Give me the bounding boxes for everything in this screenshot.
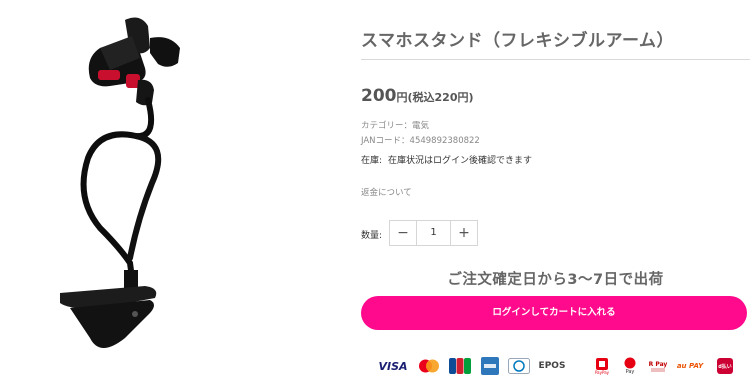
quantity-input[interactable]: 1 (416, 221, 451, 245)
diners-club-icon (508, 354, 530, 378)
price-tax-included: (税込220円) (407, 91, 474, 104)
product-image (60, 17, 180, 348)
product-category: カテゴリー：電気 (361, 121, 430, 131)
quantity-label: 数量: (361, 231, 383, 241)
product-title: スマホスタンド（フレキシブルアーム） (361, 31, 674, 51)
price-amount: 200 (361, 86, 397, 106)
stock-label: 在庫: (361, 156, 383, 166)
product-info-panel: スマホスタンド（フレキシブルアーム） 200円(税込220円) カテゴリー：電気… (361, 0, 750, 383)
mastercard-icon (418, 354, 440, 378)
title-divider (361, 59, 750, 60)
shipping-note: ご注文確定日から3〜7日で出荷 (447, 272, 664, 288)
merpay-icon: Pay (620, 354, 640, 378)
product-jan-code: JANコード：4549892380822 (361, 136, 480, 146)
jcb-icon (449, 354, 471, 378)
quantity-decrease-button[interactable]: − (390, 221, 416, 245)
product-price: 200円(税込220円) (361, 86, 474, 106)
amex-icon (480, 354, 500, 378)
stock-status: 在庫: 在庫状況はログイン後確認できます (361, 153, 532, 166)
payment-methods: VISA EPOS PayPay Pay R Pay au PAY d払い (377, 354, 747, 378)
d-barai-icon: d払い (715, 354, 735, 378)
price-currency: 円 (396, 91, 408, 104)
visa-icon: VISA (378, 359, 408, 373)
refund-policy-link[interactable]: 返金について (361, 186, 412, 198)
epos-icon: EPOS (538, 361, 566, 371)
paypay-icon: PayPay (592, 354, 612, 378)
quantity-increase-button[interactable]: + (451, 221, 477, 245)
stock-value: 在庫状況はログイン後確認できます (388, 156, 533, 166)
rakuten-pay-icon: R Pay (647, 354, 669, 378)
login-add-to-cart-button[interactable]: ログインしてカートに入れる (361, 296, 747, 330)
au-pay-icon: au PAY (676, 362, 704, 370)
quantity-stepper: − 1 + (389, 220, 478, 246)
